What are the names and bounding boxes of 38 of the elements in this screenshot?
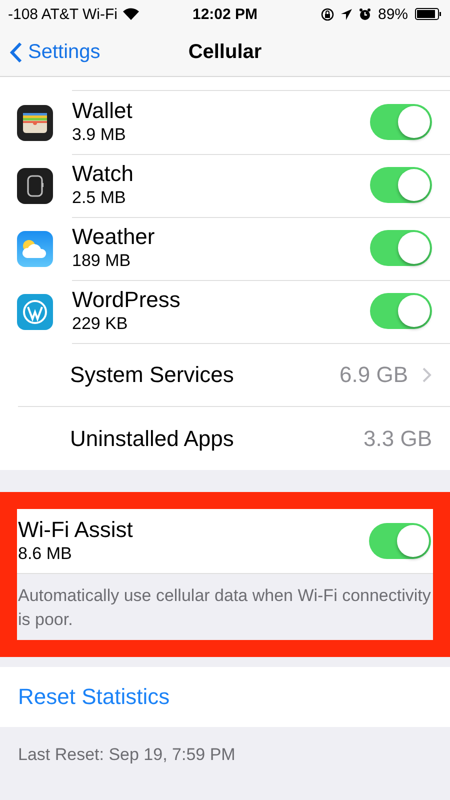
data-usage: 229 KB	[72, 313, 129, 335]
app-name: WordPress	[72, 287, 182, 313]
row-label: System Services	[70, 362, 235, 388]
cellular-toggle[interactable]	[370, 167, 432, 203]
wordpress-icon	[17, 294, 53, 330]
row-value: 3.3 GB	[364, 426, 432, 452]
screen-title: Cellular	[188, 40, 262, 62]
battery-icon	[415, 8, 442, 20]
wifi-assist-toggle[interactable]	[369, 523, 431, 559]
cellular-toggle[interactable]	[370, 230, 432, 266]
app-name: Watch	[72, 161, 135, 187]
wallet-icon	[17, 104, 53, 140]
app-name: Wallet	[72, 98, 134, 124]
last-reset-text: Last Reset: Sep 19, 7:59 PM	[17, 744, 236, 766]
cellular-toggle[interactable]	[370, 104, 432, 140]
weather-icon	[17, 230, 53, 266]
data-usage: 8.6 MB	[18, 543, 73, 565]
row-value: 6.9 GB	[340, 362, 408, 388]
back-button[interactable]: Settings	[0, 40, 100, 64]
watch-icon	[17, 168, 53, 204]
reset-statistics-button[interactable]: Reset Statistics	[18, 684, 170, 710]
location-arrow-icon	[340, 8, 352, 20]
battery-percent: 89%	[378, 6, 408, 22]
row-label: Uninstalled Apps	[70, 426, 235, 452]
footer-note: Automatically use cellular data when Wi-Fi connectivity is poor.	[17, 574, 433, 640]
rotation-lock-icon	[320, 8, 334, 20]
cellular-toggle[interactable]	[370, 293, 432, 329]
alarm-clock-icon	[358, 8, 371, 20]
carrier-text: -108 AT&T Wi-Fi	[8, 6, 118, 22]
clock-time: 12:02 PM	[192, 6, 258, 22]
data-usage: 2.5 MB	[72, 187, 127, 209]
chevron-icon	[422, 366, 432, 382]
data-usage: 189 MB	[72, 250, 132, 272]
back-chevron-icon	[10, 42, 22, 62]
app-name: Weather	[72, 224, 156, 250]
data-usage: 3.9 MB	[72, 124, 127, 146]
setting-label: Wi-Fi Assist	[18, 517, 134, 543]
wifi-icon	[123, 8, 140, 20]
